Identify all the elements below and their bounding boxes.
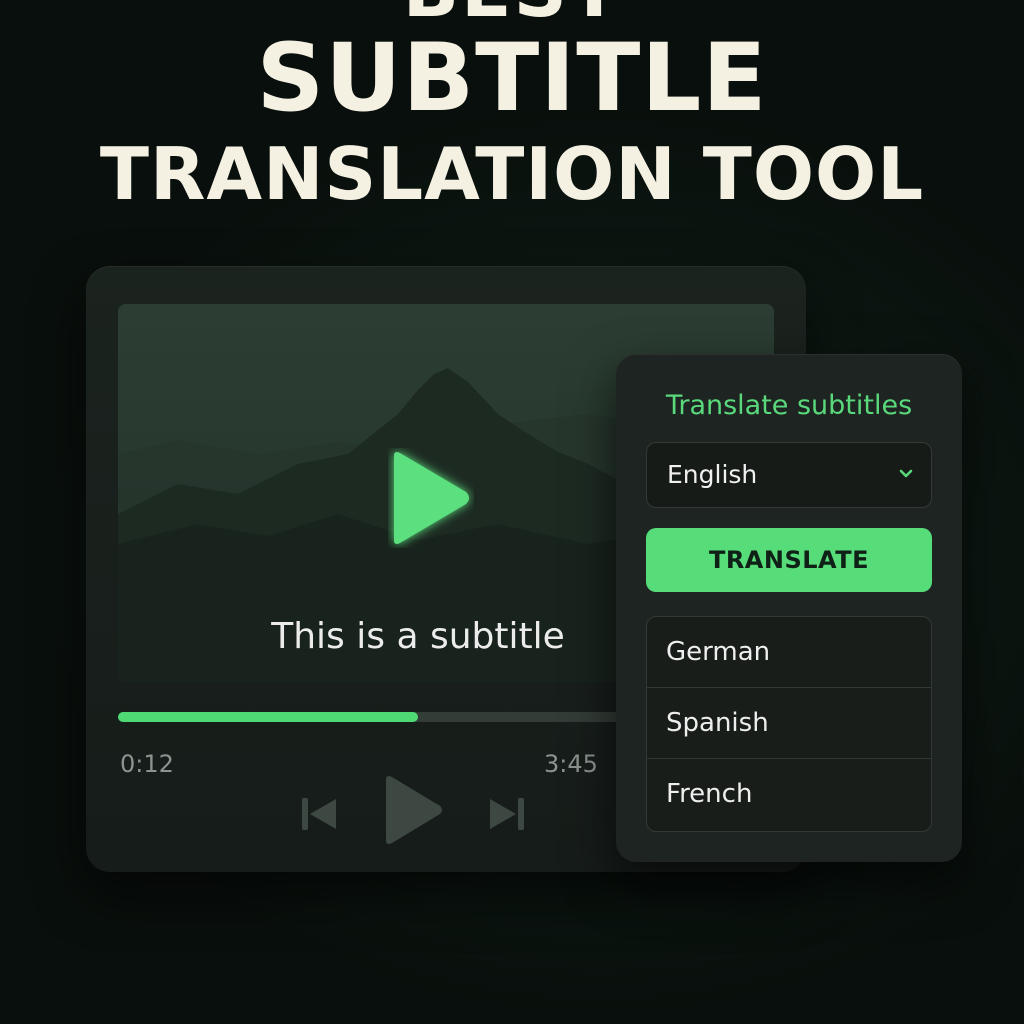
selected-language: English (667, 460, 758, 489)
headline-line-2: SUBTITLE (256, 24, 768, 133)
language-option[interactable]: French (647, 759, 931, 830)
language-list: German Spanish French (646, 616, 932, 832)
play-button-icon[interactable] (382, 774, 444, 846)
language-option[interactable]: Spanish (647, 688, 931, 759)
current-time: 0:12 (120, 750, 174, 778)
language-select[interactable]: English (646, 442, 932, 508)
language-option[interactable]: German (647, 617, 931, 688)
panel-title: Translate subtitles (665, 390, 913, 421)
chevron-down-icon (899, 469, 913, 478)
translate-button[interactable]: TRANSLATE (646, 528, 932, 592)
progress-fill (118, 712, 419, 722)
play-icon[interactable] (388, 448, 474, 548)
skip-previous-icon[interactable] (300, 796, 340, 832)
headline-line-3: TRANSLATION TOOL (99, 132, 925, 216)
skip-next-icon[interactable] (486, 796, 526, 832)
translate-panel: Translate subtitles English TRANSLATE Ge… (616, 354, 962, 862)
total-time: 3:45 (544, 750, 598, 778)
progress-bar[interactable] (118, 712, 638, 722)
